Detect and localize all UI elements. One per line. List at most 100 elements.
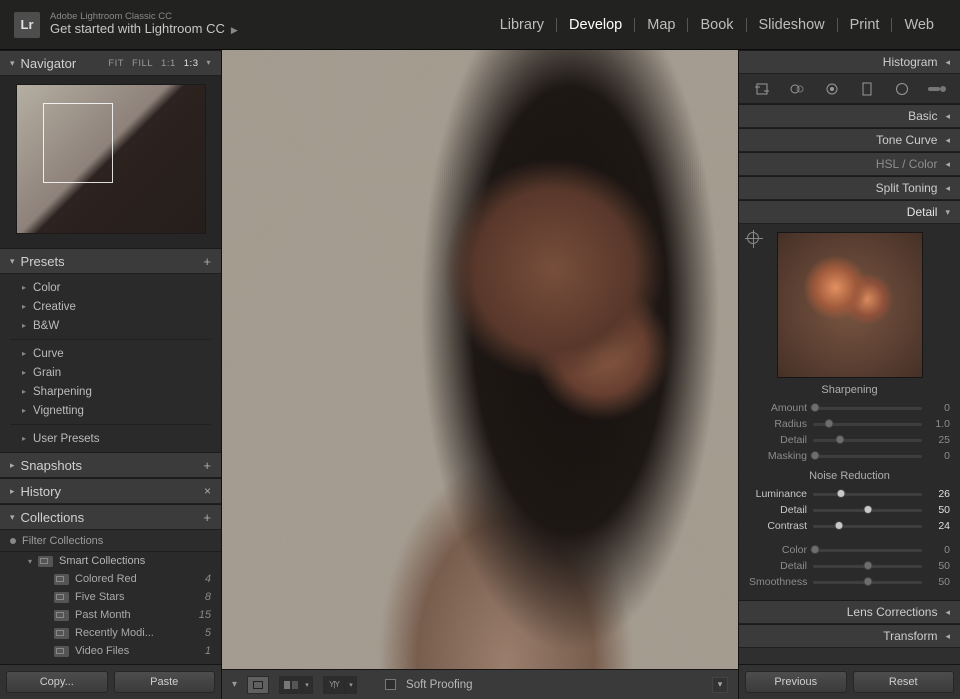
- slider-knob[interactable]: [835, 521, 844, 530]
- module-print[interactable]: Print: [838, 17, 892, 33]
- radial-filter-tool-icon[interactable]: [890, 79, 914, 99]
- previous-button[interactable]: Previous: [745, 671, 847, 693]
- lens-header[interactable]: Lens Corrections: [739, 600, 960, 624]
- navigator-header[interactable]: Navigator FITFILL1:11:3▾: [0, 50, 221, 76]
- module-web[interactable]: Web: [892, 17, 946, 33]
- basic-header[interactable]: Basic: [739, 104, 960, 128]
- close-icon[interactable]: ×: [204, 484, 211, 498]
- slider-track[interactable]: [813, 423, 922, 426]
- module-slideshow[interactable]: Slideshow: [747, 17, 837, 33]
- detail-header[interactable]: Detail: [739, 200, 960, 224]
- preset-group[interactable]: Color: [0, 278, 221, 297]
- slider-knob[interactable]: [863, 505, 872, 514]
- reset-button[interactable]: Reset: [853, 671, 955, 693]
- navigator-thumbnail[interactable]: [16, 84, 206, 234]
- copy-button[interactable]: Copy...: [6, 671, 108, 693]
- toolbar-chevron-icon[interactable]: ▾: [232, 679, 237, 690]
- slider-track[interactable]: [813, 581, 922, 584]
- slider-value: 0: [928, 450, 950, 462]
- zoom-dropdown-icon[interactable]: ▾: [206, 58, 211, 69]
- spot-removal-tool-icon[interactable]: [785, 79, 809, 99]
- preset-group[interactable]: User Presets: [0, 429, 221, 448]
- image-canvas[interactable]: [222, 50, 738, 669]
- slider-track[interactable]: [813, 565, 922, 568]
- smart-collection-item[interactable]: Colored Red4: [0, 570, 221, 588]
- top-bar: Lr Adobe Lightroom Classic CC Get starte…: [0, 0, 960, 50]
- hsl-header[interactable]: HSL / Color: [739, 152, 960, 176]
- center-panel: ▾ ▾ Y|Y ▾ Soft Proof: [222, 50, 738, 699]
- smart-collection-item[interactable]: Five Stars8: [0, 588, 221, 606]
- collections-filter[interactable]: Filter Collections: [0, 530, 221, 552]
- redeye-tool-icon[interactable]: [820, 79, 844, 99]
- graduated-filter-tool-icon[interactable]: [855, 79, 879, 99]
- module-develop[interactable]: Develop: [557, 17, 634, 33]
- smart-collection-item[interactable]: Recently Modi...5: [0, 624, 221, 642]
- presets-header[interactable]: Presets +: [0, 248, 221, 274]
- slider-value: 25: [928, 434, 950, 446]
- paste-button[interactable]: Paste: [114, 671, 216, 693]
- view-mode-loupe[interactable]: [247, 676, 269, 694]
- zoom-option[interactable]: FIT: [108, 58, 124, 69]
- swap-button[interactable]: Y|Y: [323, 676, 345, 694]
- slider-knob[interactable]: [863, 561, 872, 570]
- transform-header[interactable]: Transform: [739, 624, 960, 648]
- zoom-option[interactable]: FILL: [132, 58, 153, 69]
- detail-preview[interactable]: [777, 232, 923, 378]
- slider-knob[interactable]: [825, 419, 834, 428]
- preset-group[interactable]: Vignetting: [0, 401, 221, 420]
- module-map[interactable]: Map: [635, 17, 687, 33]
- app-body: Navigator FITFILL1:11:3▾ Presets + Color…: [0, 50, 960, 699]
- noise-slider-row: Detail50: [749, 558, 950, 574]
- zoom-option[interactable]: 1:3: [184, 58, 199, 69]
- slider-track[interactable]: [813, 525, 922, 528]
- navigator-zoom-options: FIT FILL 1:1 1:3 ▾: [108, 58, 211, 69]
- collection-folder[interactable]: Smart Collections: [0, 552, 221, 570]
- slider-track[interactable]: [813, 549, 922, 552]
- slider-knob[interactable]: [811, 451, 820, 460]
- slider-track[interactable]: [813, 407, 922, 410]
- histogram-header[interactable]: Histogram: [739, 50, 960, 74]
- adjustment-brush-tool-icon[interactable]: [925, 79, 949, 99]
- preset-group[interactable]: B&W: [0, 316, 221, 335]
- left-bottom-buttons: Copy... Paste: [0, 664, 221, 699]
- slider-knob[interactable]: [836, 435, 845, 444]
- slider-knob[interactable]: [811, 545, 820, 554]
- slider-track[interactable]: [813, 439, 922, 442]
- soft-proofing-checkbox[interactable]: [385, 679, 396, 690]
- preset-group[interactable]: Curve: [0, 344, 221, 363]
- history-header[interactable]: History ×: [0, 478, 221, 504]
- slider-track[interactable]: [813, 493, 922, 496]
- crop-tool-icon[interactable]: [750, 79, 774, 99]
- slider-knob[interactable]: [837, 489, 846, 498]
- brand-tagline-link[interactable]: Get started with Lightroom CC ▶: [50, 22, 238, 37]
- right-panel-group: Histogram Basic Tone Curve HSL / Colo: [738, 50, 960, 699]
- snapshots-header[interactable]: Snapshots +: [0, 452, 221, 478]
- slider-knob[interactable]: [811, 403, 820, 412]
- module-library[interactable]: Library: [488, 17, 556, 33]
- tonecurve-header[interactable]: Tone Curve: [739, 128, 960, 152]
- collections-header[interactable]: Collections +: [0, 504, 221, 530]
- smart-collection-item[interactable]: Past Month15: [0, 606, 221, 624]
- collection-label: Past Month: [75, 609, 131, 621]
- smart-collection-item[interactable]: Video Files1: [0, 642, 221, 660]
- slider-knob[interactable]: [863, 577, 872, 586]
- splittoning-header[interactable]: Split Toning: [739, 176, 960, 200]
- preset-group[interactable]: Grain: [0, 363, 221, 382]
- detail-target-icon[interactable]: [747, 232, 759, 244]
- zoom-option[interactable]: 1:1: [161, 58, 176, 69]
- slider-value: 26: [928, 488, 950, 500]
- swap-menu-button[interactable]: ▾: [345, 676, 357, 694]
- toolbar-dropdown-button[interactable]: ▾: [712, 677, 728, 693]
- before-after-lr-button[interactable]: [279, 676, 301, 694]
- module-book[interactable]: Book: [688, 17, 745, 33]
- slider-track[interactable]: [813, 455, 922, 458]
- disclosure-icon: [945, 183, 950, 194]
- add-icon[interactable]: +: [203, 510, 211, 525]
- add-icon[interactable]: +: [203, 458, 211, 473]
- add-icon[interactable]: +: [203, 254, 211, 269]
- before-after-menu-button[interactable]: ▾: [301, 676, 313, 694]
- slider-track[interactable]: [813, 509, 922, 512]
- preset-group[interactable]: Sharpening: [0, 382, 221, 401]
- preset-group[interactable]: Creative: [0, 297, 221, 316]
- loupe-view-button[interactable]: [247, 676, 269, 694]
